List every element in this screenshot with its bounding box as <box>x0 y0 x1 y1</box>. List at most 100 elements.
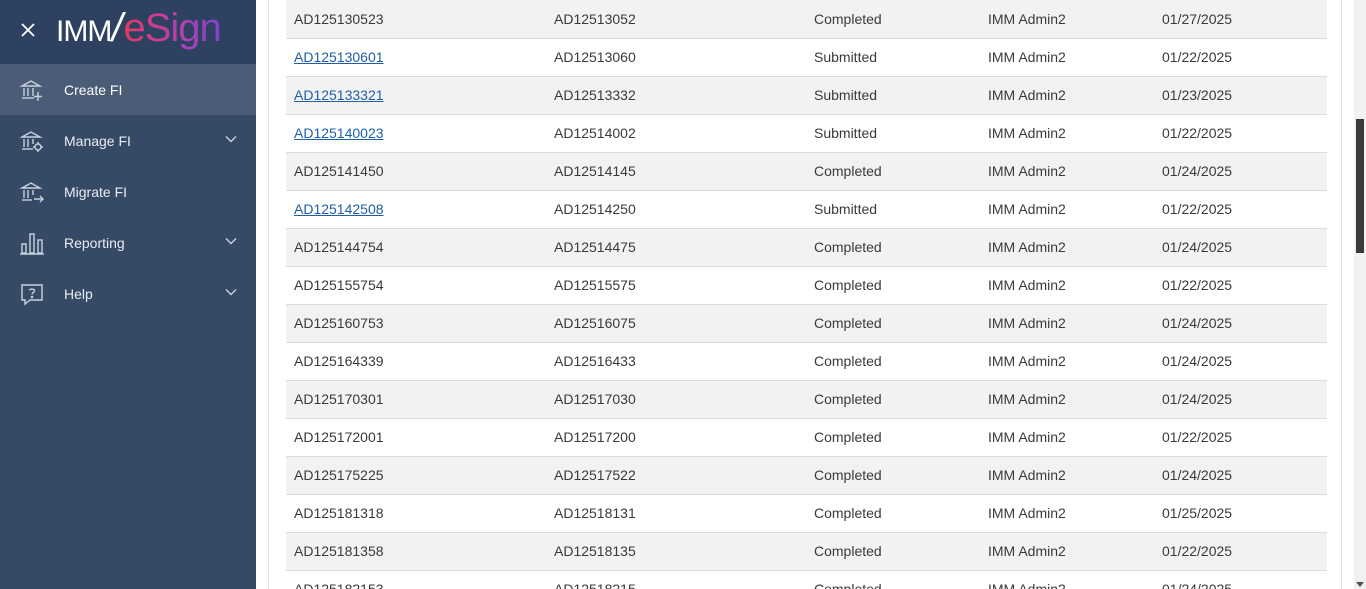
cell-request-id: AD125140023 <box>286 114 546 152</box>
table-row: AD125144754 AD12514475 Completed IMM Admin2… <box>286 228 1327 266</box>
table-row: AD125164339 AD12516433 Completed IMM Admin2… <box>286 342 1327 380</box>
cell-reference-text: AD12515575 <box>554 277 636 293</box>
chevron-down-icon <box>224 285 238 299</box>
cell-status-text: Submitted <box>814 49 878 65</box>
cell-date-text: 01/22/2025 <box>1162 543 1233 559</box>
sidebar-item-label: Help <box>64 285 93 302</box>
cell-date-text: 01/24/2025 <box>1162 353 1233 369</box>
cell-status: Submitted <box>806 76 980 114</box>
cell-reference: AD12514145 <box>546 152 806 190</box>
cell-user: IMM Admin2 <box>980 342 1154 380</box>
sidebar-item-reporting[interactable]: Reporting <box>0 217 256 268</box>
cell-request-id: AD125155754 <box>286 266 546 304</box>
cell-date: 01/22/2025 <box>1154 418 1327 456</box>
cell-date: 01/24/2025 <box>1154 342 1327 380</box>
cell-request-id-text: AD125175225 <box>294 467 384 483</box>
close-sidebar-button[interactable] <box>0 0 56 64</box>
cell-status-text: Completed <box>814 277 882 293</box>
cell-reference-text: AD12518215 <box>554 581 636 589</box>
cell-status-text: Completed <box>814 10 882 27</box>
cell-date: 01/24/2025 <box>1154 570 1327 589</box>
cell-date: 01/22/2025 <box>1154 266 1327 304</box>
scroll-down-arrow-icon[interactable] <box>1356 582 1364 587</box>
cell-status: Submitted <box>806 190 980 228</box>
cell-date-text: 01/27/2025 <box>1162 10 1233 27</box>
request-id-link[interactable]: AD125133321 <box>294 87 384 103</box>
cell-reference-text: AD12518135 <box>554 543 636 559</box>
cell-user-text: IMM Admin2 <box>988 239 1066 255</box>
sidebar-item-help[interactable]: Help <box>0 268 256 319</box>
cell-date-text: 01/24/2025 <box>1162 467 1233 483</box>
cell-status-text: Submitted <box>814 87 878 103</box>
cell-user-text: IMM Admin2 <box>988 581 1066 589</box>
cell-reference: AD12514475 <box>546 228 806 266</box>
sidebar-item-label: Reporting <box>64 234 125 251</box>
cell-request-id-text: AD125141450 <box>294 163 384 179</box>
table-row: AD125175225 AD12517522 Completed IMM Admin2… <box>286 456 1327 494</box>
cell-user-text: IMM Admin2 <box>988 315 1066 331</box>
cell-status-text: Completed <box>814 163 882 179</box>
table-row: AD125130601 AD12513060 Submitted IMM Admin2… <box>286 38 1327 76</box>
cell-request-id-text: AD125155754 <box>294 277 384 293</box>
table-row: AD125142508 AD12514250 Submitted IMM Admin2… <box>286 190 1327 228</box>
cell-reference-text: AD12513052 <box>554 10 636 27</box>
table-row: AD125160753 AD12516075 Completed IMM Admin2… <box>286 304 1327 342</box>
cell-reference-text: AD12514145 <box>554 163 636 179</box>
cell-request-id-text: AD125144754 <box>294 239 384 255</box>
cell-user-text: IMM Admin2 <box>988 429 1066 445</box>
cell-reference-text: AD12516433 <box>554 353 636 369</box>
cell-reference: AD12513060 <box>546 38 806 76</box>
cell-date: 01/24/2025 <box>1154 152 1327 190</box>
cell-reference-text: AD12514475 <box>554 239 636 255</box>
cell-request-id: AD125133321 <box>286 76 546 114</box>
cell-date-text: 01/22/2025 <box>1162 125 1233 141</box>
cell-date-text: 01/24/2025 <box>1162 315 1233 331</box>
table-row: AD125170301 AD12517030 Completed IMM Admin2… <box>286 380 1327 418</box>
cell-reference: AD12514002 <box>546 114 806 152</box>
cell-user-text: IMM Admin2 <box>988 10 1066 27</box>
cell-status-text: Completed <box>814 543 882 559</box>
cell-reference: AD12517200 <box>546 418 806 456</box>
bank-add-icon <box>18 76 46 104</box>
cell-request-id: AD125170301 <box>286 380 546 418</box>
cell-request-id: AD125130601 <box>286 38 546 76</box>
cell-status-text: Completed <box>814 467 882 483</box>
cell-reference-text: AD12513060 <box>554 49 636 65</box>
cell-date: 01/24/2025 <box>1154 228 1327 266</box>
cell-user: IMM Admin2 <box>980 266 1154 304</box>
cell-date-text: 01/24/2025 <box>1162 239 1233 255</box>
table-row: AD125155754 AD12515575 Completed IMM Admin2… <box>286 266 1327 304</box>
cell-user: IMM Admin2 <box>980 380 1154 418</box>
vertical-scrollbar[interactable] <box>1354 0 1366 589</box>
cell-status: Submitted <box>806 114 980 152</box>
cell-status-text: Submitted <box>814 201 878 217</box>
sidebar-item-label: Migrate FI <box>64 183 128 200</box>
chevron-down-icon <box>224 132 238 146</box>
cell-request-id-text: AD125182153 <box>294 581 384 589</box>
cell-status-text: Completed <box>814 239 882 255</box>
cell-user: IMM Admin2 <box>980 38 1154 76</box>
cell-user: IMM Admin2 <box>980 304 1154 342</box>
cell-reference-text: AD12513332 <box>554 87 636 103</box>
sidebar-item-label: Manage FI <box>64 132 131 149</box>
cell-request-id-text: AD125164339 <box>294 353 384 369</box>
cell-user: IMM Admin2 <box>980 228 1154 266</box>
cell-user-text: IMM Admin2 <box>988 87 1066 103</box>
cell-request-id: AD125172001 <box>286 418 546 456</box>
cell-reference: AD12516433 <box>546 342 806 380</box>
sidebar-item-manage-fi[interactable]: Manage FI <box>0 115 256 166</box>
request-id-link[interactable]: AD125140023 <box>294 125 384 141</box>
sidebar-item-create-fi[interactable]: Create FI <box>0 64 256 115</box>
cell-date-text: 01/22/2025 <box>1162 49 1233 65</box>
cell-user: IMM Admin2 <box>980 456 1154 494</box>
cell-status-text: Completed <box>814 505 882 521</box>
request-id-link[interactable]: AD125130601 <box>294 49 384 65</box>
cell-reference: AD12513332 <box>546 76 806 114</box>
table-row: AD125181318 AD12518131 Completed IMM Admin2… <box>286 494 1327 532</box>
sidebar-item-migrate-fi[interactable]: Migrate FI <box>0 166 256 217</box>
scrollbar-thumb[interactable] <box>1356 119 1364 253</box>
request-id-link[interactable]: AD125142508 <box>294 201 384 217</box>
cell-date: 01/22/2025 <box>1154 38 1327 76</box>
cell-user-text: IMM Admin2 <box>988 49 1066 65</box>
cell-reference: AD12515575 <box>546 266 806 304</box>
